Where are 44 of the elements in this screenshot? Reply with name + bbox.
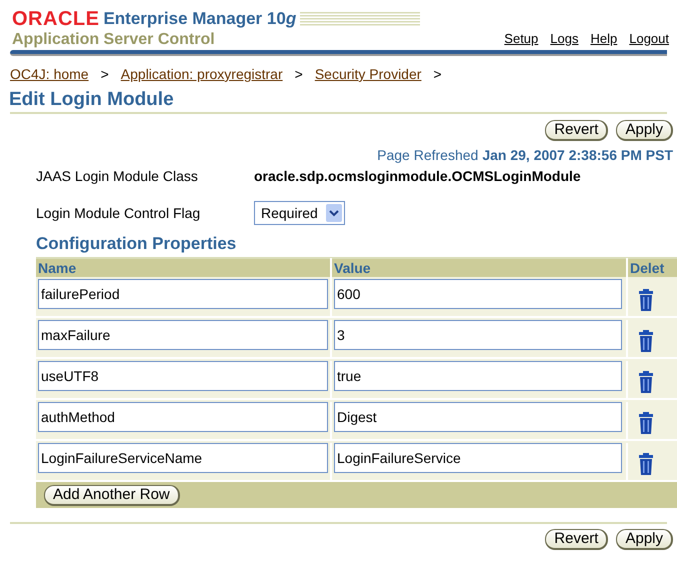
action-button[interactable]: Revert bbox=[545, 529, 608, 550]
header-link[interactable]: Logs bbox=[550, 28, 578, 48]
header-link[interactable]: Logout bbox=[629, 28, 669, 48]
breadcrumb-separator: > bbox=[294, 65, 303, 84]
trash-icon[interactable] bbox=[638, 289, 654, 311]
value-input[interactable]: 3 bbox=[334, 320, 622, 350]
value-input[interactable]: true bbox=[334, 361, 622, 391]
name-input[interactable]: failurePeriod bbox=[38, 279, 328, 309]
field-value: oracle.sdp.ocmsloginmodule.OCMSLoginModule bbox=[254, 167, 581, 186]
header-link[interactable]: Help bbox=[590, 28, 618, 48]
trash-icon[interactable] bbox=[638, 330, 654, 352]
action-button[interactable]: Add Another Row bbox=[44, 484, 180, 506]
field-label: JAAS Login Module Class bbox=[36, 167, 199, 186]
breadcrumb-link[interactable]: Application: proxyregistrar bbox=[120, 64, 283, 85]
name-input[interactable]: authMethod bbox=[38, 402, 328, 432]
flag-dropdown[interactable]: Required bbox=[254, 201, 345, 225]
name-input[interactable]: useUTF8 bbox=[38, 361, 328, 391]
section-title: Configuration Properties bbox=[35, 233, 238, 255]
breadcrumb-link[interactable]: OC4J: home bbox=[10, 64, 89, 85]
refresh-timestamp: Jan 29, 2007 2:38:56 PM PST bbox=[482, 146, 673, 165]
value-input[interactable]: LoginFailureService bbox=[334, 443, 622, 473]
refresh-label: Page Refreshed bbox=[377, 146, 478, 165]
action-button[interactable]: Apply bbox=[616, 529, 673, 550]
action-button[interactable]: Apply bbox=[616, 120, 673, 141]
header-link[interactable]: Setup bbox=[504, 28, 538, 48]
value-input[interactable]: Digest bbox=[334, 402, 622, 432]
page-title: Edit Login Module bbox=[8, 88, 175, 112]
product-title: Enterprise Manager 10g bbox=[103, 8, 296, 30]
value-input[interactable]: 600 bbox=[334, 279, 622, 309]
stripes-icon bbox=[300, 11, 420, 27]
breadcrumb-link[interactable]: Security Provider bbox=[314, 64, 422, 85]
trash-icon[interactable] bbox=[638, 371, 654, 393]
breadcrumb-separator: > bbox=[100, 65, 109, 84]
brand-logo: ORACLE bbox=[12, 8, 100, 30]
field-label: Login Module Control Flag bbox=[36, 204, 202, 223]
action-button[interactable]: Revert bbox=[545, 120, 608, 141]
breadcrumb-separator: > bbox=[433, 65, 442, 84]
column-header: Delet bbox=[629, 258, 666, 278]
subtitle: Application Server Control bbox=[12, 30, 216, 50]
trash-icon[interactable] bbox=[638, 453, 654, 475]
chevron-down-icon bbox=[326, 204, 342, 222]
trash-icon[interactable] bbox=[638, 412, 654, 434]
name-input[interactable]: maxFailure bbox=[38, 320, 328, 350]
name-input[interactable]: LoginFailureServiceName bbox=[38, 443, 328, 473]
